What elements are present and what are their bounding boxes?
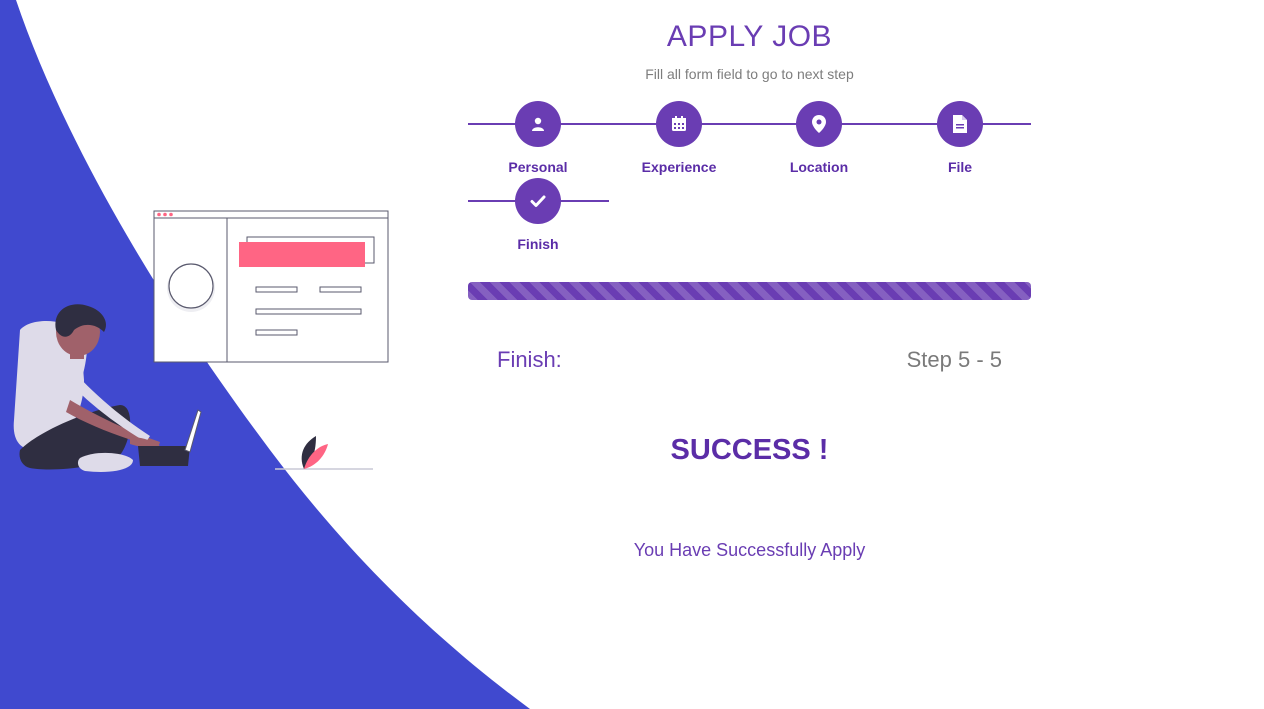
stepper-row-2: Finish: [468, 178, 1031, 256]
step-label: Experience: [641, 159, 717, 175]
page-title: APPLY JOB: [666, 20, 833, 53]
step-label: Finish: [517, 236, 559, 252]
success-heading: SUCCESS !: [670, 434, 829, 466]
progress-bar-fill: [468, 282, 1031, 300]
step-location[interactable]: Location: [749, 101, 889, 179]
step-label: File: [947, 159, 973, 175]
map-pin-icon: [796, 101, 842, 147]
page-subtitle: Fill all form field to go to next step: [645, 66, 854, 82]
file-icon: [937, 101, 983, 147]
step-experience[interactable]: Experience: [609, 101, 749, 179]
step-file[interactable]: File: [890, 101, 1030, 179]
success-message: You Have Successfully Apply: [633, 540, 866, 560]
step-finish[interactable]: Finish: [468, 178, 608, 256]
step-label: Location: [789, 159, 849, 175]
step-counter: Step 5 - 5: [906, 347, 1002, 372]
step-label: Personal: [508, 159, 568, 175]
stepper-row-1: Personal Experience Location File: [468, 101, 1031, 179]
calendar-icon: [656, 101, 702, 147]
fieldset-title: Finish:: [497, 347, 562, 372]
progress-bar: [468, 282, 1031, 300]
step-personal[interactable]: Personal: [468, 101, 608, 179]
check-icon: [515, 178, 561, 224]
user-icon: [515, 101, 561, 147]
illustration-person-laptop: [13, 210, 389, 472]
application-form: APPLY JOB Fill all form field to go to n…: [468, 0, 1031, 709]
